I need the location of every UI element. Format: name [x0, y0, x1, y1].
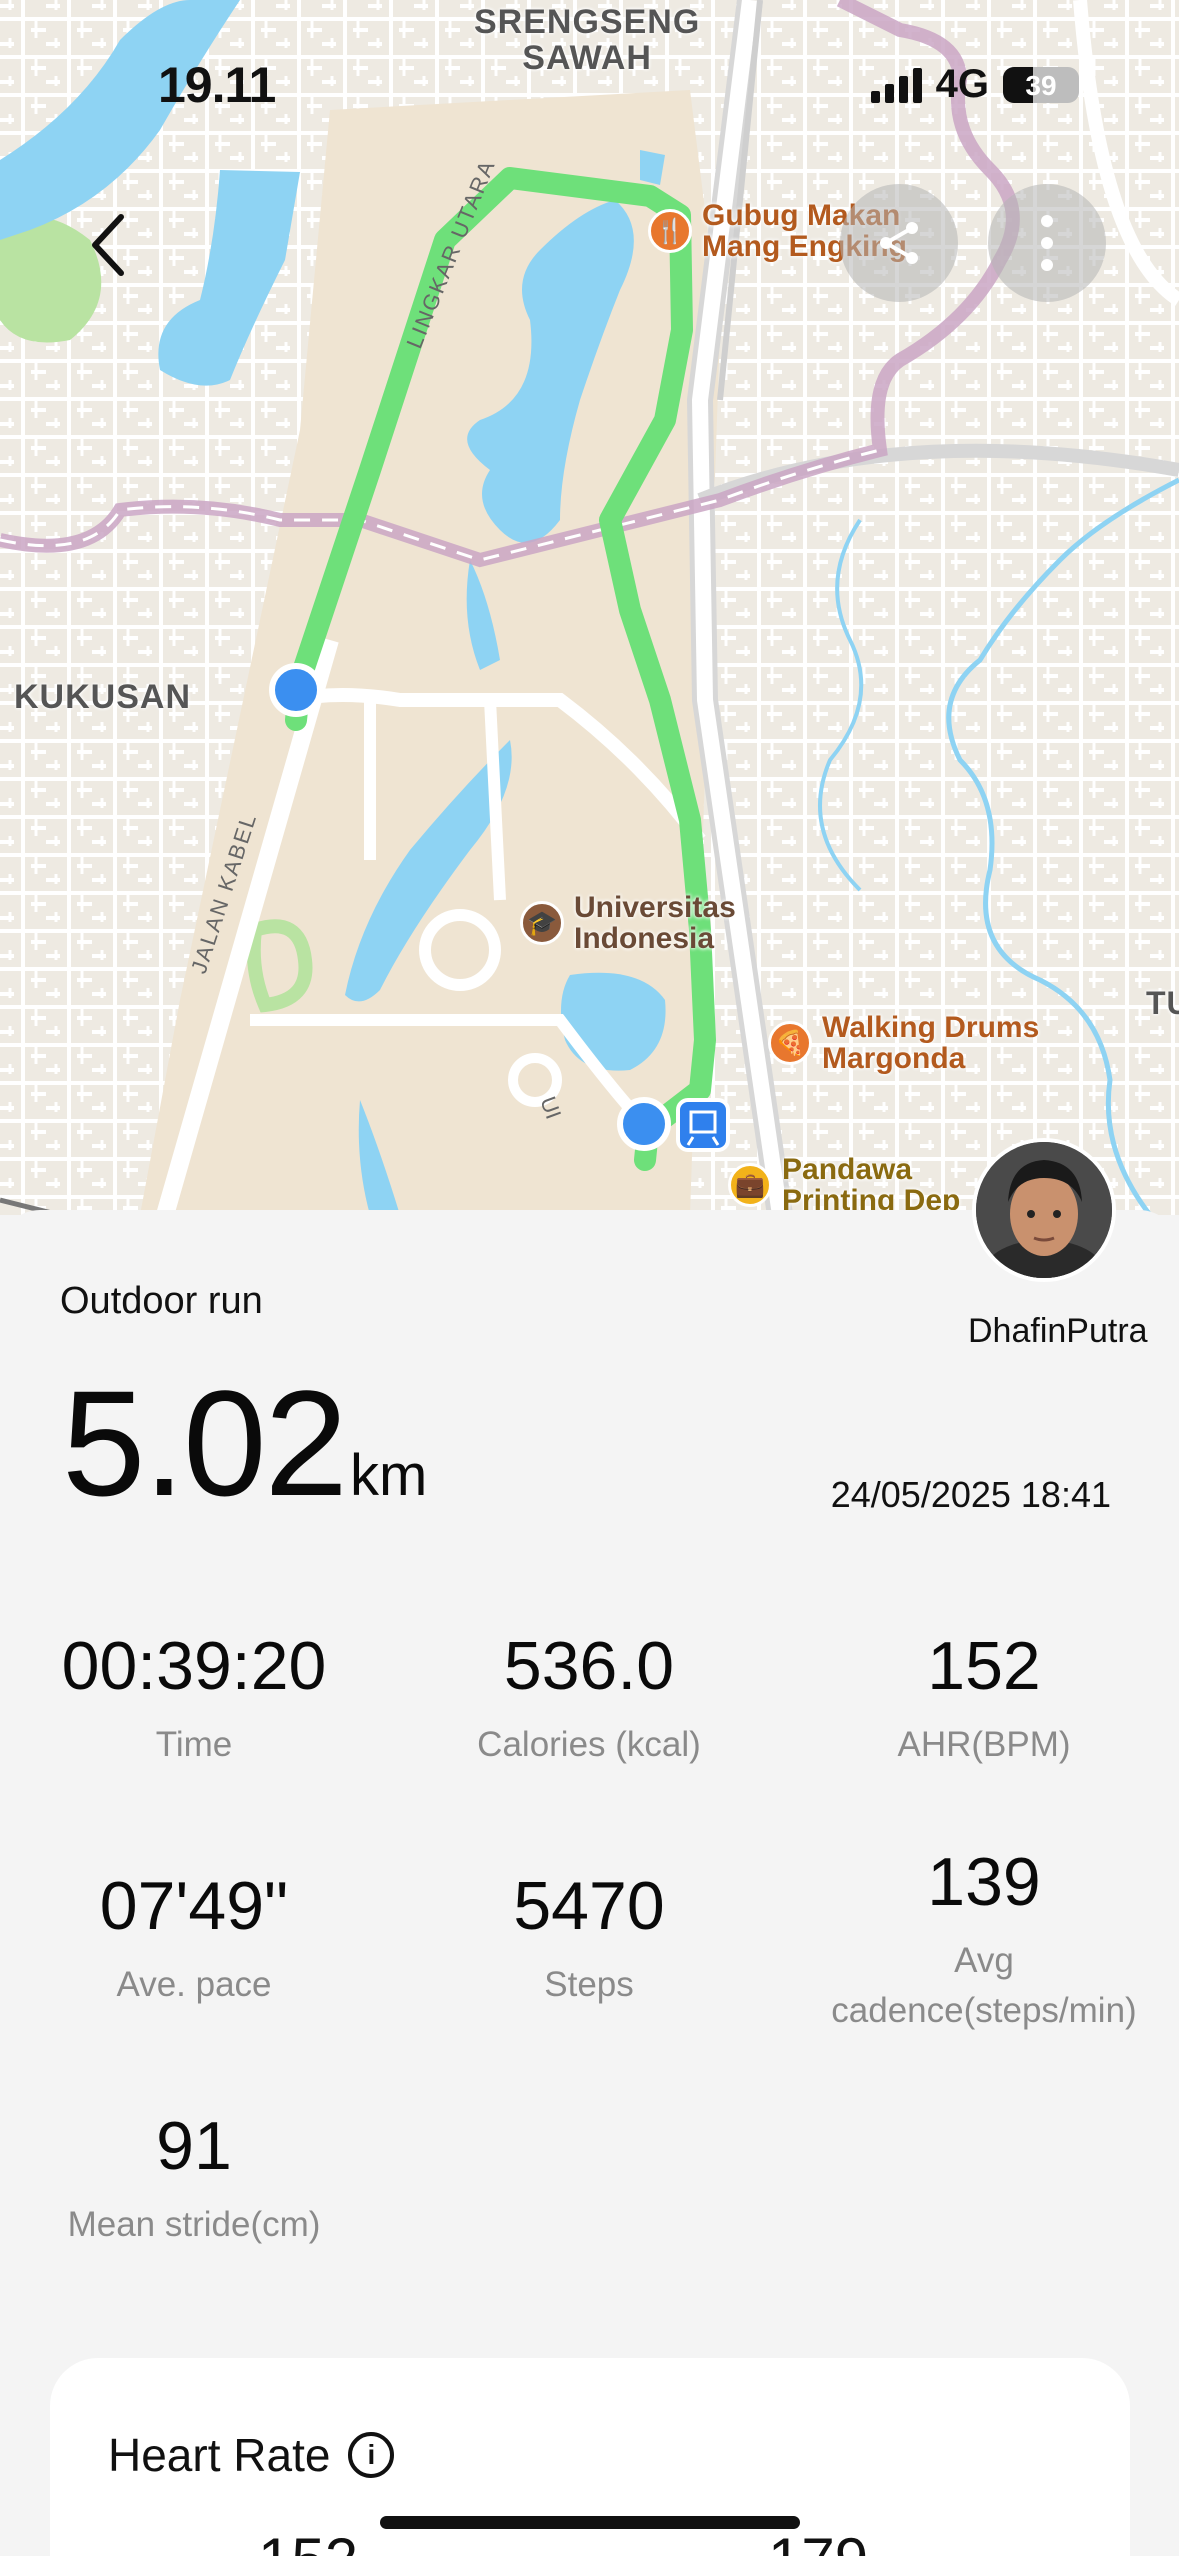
poi-walking-drums[interactable]: 🍕 Walking Drums Margonda: [768, 1012, 1039, 1074]
username: DhafinPutra: [968, 1312, 1148, 1350]
info-icon[interactable]: i: [348, 2432, 395, 2478]
heart-rate-max-value: 179: [768, 2525, 868, 2556]
heart-rate-title: Heart Rate: [108, 2429, 331, 2481]
area-label-srengseng-sawah: SRENGSENG SAWAH: [474, 4, 700, 76]
distance-unit: km: [349, 1443, 428, 1508]
poi-label-line: Indonesia: [574, 922, 715, 955]
route-start-marker: [269, 663, 323, 717]
more-vertical-icon: [1041, 215, 1053, 271]
graduation-cap-icon: 🎓: [520, 901, 564, 945]
user-avatar-image: [976, 1142, 1112, 1278]
stat-value: 139: [927, 1844, 1041, 1920]
stat-calories: 536.0 Calories (kcal): [409, 1632, 769, 1770]
stat-value: 536.0: [503, 1628, 675, 1704]
distance: 5.02 km: [62, 1368, 427, 1518]
home-indicator[interactable]: [380, 2516, 800, 2529]
area-label-line: SAWAH: [522, 39, 652, 77]
workout-detail-screen: LINGKAR UTARA JALAN KABEL UI SRENGSENG S…: [0, 0, 1179, 2556]
area-label-line: SRENGSENG: [474, 3, 701, 41]
status-indicators: 4G 39: [870, 62, 1079, 107]
status-time: 19.11: [158, 57, 276, 113]
network-type: 4G: [935, 62, 989, 106]
poi-universitas-indonesia[interactable]: 🎓 Universitas Indonesia: [520, 892, 736, 954]
battery-percent: 39: [1025, 69, 1057, 101]
battery-icon: 39: [1003, 66, 1079, 103]
cellular-signal-icon: [870, 67, 922, 103]
stat-value: 5470: [513, 1868, 665, 1944]
stat-ahr: 152 AHR(BPM): [804, 1632, 1164, 1770]
train-station-icon: [676, 1098, 730, 1152]
stat-value: 152: [927, 1628, 1041, 1704]
poi-pandawa-printing[interactable]: 💼 Pandawa Printing Dep: [728, 1154, 960, 1215]
avatar[interactable]: [972, 1138, 1116, 1282]
poi-label-line: Universitas: [574, 891, 736, 924]
heart-rate-header: Heart Rate i: [108, 2428, 395, 2482]
share-icon: [880, 222, 918, 264]
stat-pace: 07'49" Ave. pace: [14, 1872, 374, 2010]
stat-value: 07'49": [99, 1868, 289, 1944]
stat-label: Ave. pace: [116, 1965, 272, 2004]
stat-label: Time: [155, 1725, 233, 1764]
poi-label-line: Margonda: [822, 1042, 966, 1075]
stat-label: Steps: [544, 1965, 634, 2004]
activity-type: Outdoor run: [60, 1280, 263, 1322]
area-label-kukusan: KUKUSAN: [14, 678, 191, 716]
area-label-tu: TU: [1146, 985, 1179, 1021]
stat-time: 00:39:20 Time: [14, 1632, 374, 1770]
stat-label: Mean stride(cm): [67, 2205, 321, 2244]
more-options-button[interactable]: [988, 184, 1106, 302]
briefcase-icon: 💼: [728, 1163, 772, 1207]
poi-label: Pandawa Printing Dep: [782, 1154, 960, 1215]
poi-label-line: Pandawa: [782, 1153, 913, 1186]
route-map[interactable]: LINGKAR UTARA JALAN KABEL UI SRENGSENG S…: [0, 0, 1179, 1215]
poi-label-line: Walking Drums: [822, 1011, 1040, 1044]
heart-rate-avg-value: 152: [258, 2525, 358, 2556]
poi-label: Universitas Indonesia: [574, 892, 736, 954]
share-button[interactable]: [840, 184, 958, 302]
stat-value: 91: [156, 2108, 232, 2184]
distance-value: 5.02: [62, 1359, 348, 1527]
stat-cadence: 139 Avg cadence(steps/min): [804, 1848, 1164, 2036]
pizza-icon: 🍕: [768, 1021, 812, 1065]
stat-label: Calories (kcal): [477, 1725, 701, 1764]
back-button[interactable]: [62, 200, 152, 290]
poi-label: Walking Drums Margonda: [822, 1012, 1039, 1074]
route-end-marker: [617, 1097, 671, 1151]
stat-value: 00:39:20: [61, 1628, 327, 1704]
stat-label: Avg cadence(steps/min): [831, 1941, 1137, 2030]
restaurant-icon: 🍴: [648, 209, 692, 253]
workout-datetime: 24/05/2025 18:41: [830, 1474, 1111, 1515]
stat-steps: 5470 Steps: [409, 1872, 769, 2010]
stat-label: AHR(BPM): [897, 1725, 1071, 1764]
stat-stride: 91 Mean stride(cm): [14, 2112, 374, 2250]
chevron-left-icon: [92, 214, 124, 276]
